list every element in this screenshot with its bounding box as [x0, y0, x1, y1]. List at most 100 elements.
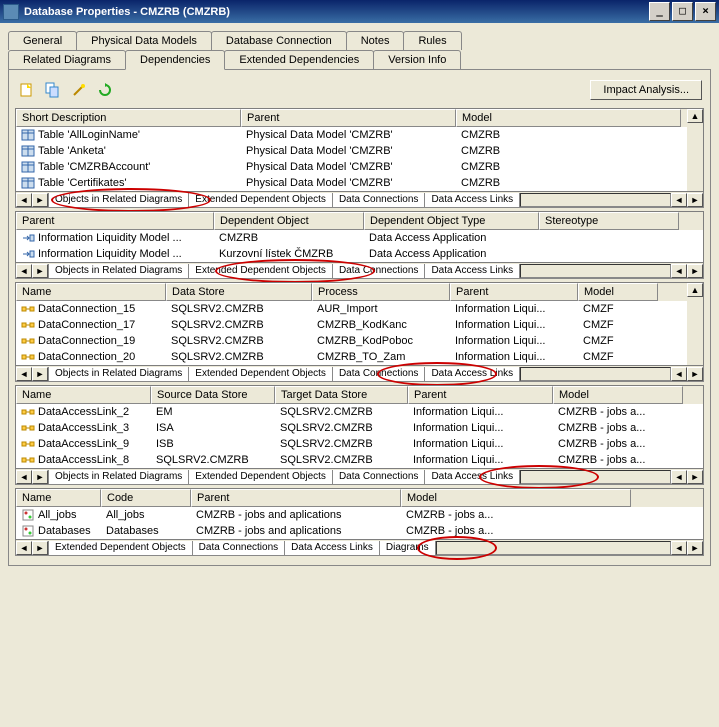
col-parent[interactable]: Parent — [16, 212, 214, 230]
subtab[interactable]: Extended Dependent Objects — [189, 264, 333, 278]
col-short-description[interactable]: Short Description — [16, 109, 241, 127]
subtab[interactable]: Data Connections — [333, 367, 426, 381]
table-row[interactable]: DataConnection_17SQLSRV2.CMZRBCMZRB_KodK… — [16, 317, 687, 333]
subtab[interactable]: Diagrams — [380, 541, 436, 555]
table-row[interactable]: DataAccessLink_8SQLSRV2.CMZRBSQLSRV2.CMZ… — [16, 452, 703, 468]
col-name[interactable]: Name — [16, 489, 101, 507]
tab-version-info[interactable]: Version Info — [373, 50, 461, 69]
col-parent[interactable]: Parent — [241, 109, 456, 127]
col-name[interactable]: Name — [16, 386, 151, 404]
col-model[interactable]: Model — [456, 109, 681, 127]
cell: CMZRB — [456, 143, 681, 159]
wizard-icon[interactable] — [69, 80, 89, 100]
table-row[interactable]: All_jobsAll_jobsCMZRB - jobs and aplicat… — [16, 507, 703, 523]
subtab[interactable]: Data Access Links — [425, 470, 520, 484]
horizontal-scrollbar[interactable] — [520, 470, 671, 484]
col-model[interactable]: Model — [401, 489, 631, 507]
refresh-icon[interactable] — [95, 80, 115, 100]
col-dependent-object[interactable]: Dependent Object — [214, 212, 364, 230]
table-row[interactable]: Table 'Certifikates'Physical Data Model … — [16, 175, 687, 191]
subtab[interactable]: Data Connections — [333, 264, 426, 278]
table-row[interactable]: DataConnection_15SQLSRV2.CMZRBAUR_Import… — [16, 301, 687, 317]
subtab[interactable]: Extended Dependent Objects — [189, 367, 333, 381]
scroll-right[interactable]: ► — [32, 264, 48, 278]
scroll-right[interactable]: ► — [32, 541, 48, 555]
col-target-data-store[interactable]: Target Data Store — [275, 386, 408, 404]
subtab[interactable]: Data Access Links — [285, 541, 380, 555]
scroll-right[interactable]: ► — [32, 367, 48, 381]
subtab[interactable]: Extended Dependent Objects — [189, 193, 333, 207]
tabs-row-2: Related Diagrams Dependencies Extended D… — [8, 50, 711, 69]
subtab[interactable]: Objects in Related Diagrams — [48, 367, 189, 381]
tab-dependencies[interactable]: Dependencies — [125, 50, 225, 70]
col-data-store[interactable]: Data Store — [166, 283, 312, 301]
col-source-data-store[interactable]: Source Data Store — [151, 386, 275, 404]
col-name[interactable]: Name — [16, 283, 166, 301]
scroll-left[interactable]: ◄ — [16, 470, 32, 484]
tab-extended-dependencies[interactable]: Extended Dependencies — [224, 50, 374, 69]
table-row[interactable]: DataConnection_20SQLSRV2.CMZRBCMZRB_TO_Z… — [16, 349, 687, 365]
vertical-scrollbar[interactable]: ▲ — [687, 283, 703, 365]
horizontal-scrollbar[interactable] — [520, 264, 671, 278]
pane-data-access-links: Name Source Data Store Target Data Store… — [15, 385, 704, 485]
subtab[interactable]: Data Access Links — [425, 367, 520, 381]
new-icon[interactable] — [17, 80, 37, 100]
impact-analysis-button[interactable]: Impact Analysis... — [590, 80, 702, 100]
app-icon — [3, 4, 19, 20]
subtab[interactable]: Data Connections — [333, 470, 426, 484]
subtab[interactable]: Objects in Related Diagrams — [48, 264, 189, 278]
subtab[interactable]: Data Access Links — [425, 264, 520, 278]
maximize-button[interactable]: □ — [672, 2, 693, 21]
table-row[interactable]: DataConnection_19SQLSRV2.CMZRBCMZRB_KodP… — [16, 333, 687, 349]
horizontal-scrollbar[interactable] — [520, 367, 671, 381]
table-row[interactable]: Table 'Anketa'Physical Data Model 'CMZRB… — [16, 143, 687, 159]
cell: Information Liqui... — [450, 349, 578, 365]
cell: CMZRB — [456, 159, 681, 175]
table-row[interactable]: Information Liquidity Model ...Kurzovní … — [16, 246, 703, 262]
col-parent[interactable]: Parent — [408, 386, 553, 404]
table-row[interactable]: DataAccessLink_9ISBSQLSRV2.CMZRBInformat… — [16, 436, 703, 452]
scroll-right[interactable]: ► — [32, 470, 48, 484]
table-row[interactable]: DataAccessLink_3ISASQLSRV2.CMZRBInformat… — [16, 420, 703, 436]
horizontal-scrollbar[interactable] — [520, 193, 671, 207]
tab-general[interactable]: General — [8, 31, 77, 50]
scroll-left[interactable]: ◄ — [16, 367, 32, 381]
cell: Databases — [16, 523, 101, 539]
col-stereotype[interactable]: Stereotype — [539, 212, 679, 230]
horizontal-scrollbar[interactable] — [436, 541, 671, 555]
scroll-left[interactable]: ◄ — [16, 193, 32, 207]
table-row[interactable]: Information Liquidity Model ...CMZRBData… — [16, 230, 703, 246]
tab-database-connection[interactable]: Database Connection — [211, 31, 347, 50]
col-model[interactable]: Model — [553, 386, 683, 404]
tab-related-diagrams[interactable]: Related Diagrams — [8, 50, 126, 69]
col-model[interactable]: Model — [578, 283, 658, 301]
scroll-left[interactable]: ◄ — [16, 264, 32, 278]
subtab[interactable]: Data Connections — [333, 193, 426, 207]
subtab[interactable]: Data Connections — [193, 541, 286, 555]
scroll-right[interactable]: ► — [32, 193, 48, 207]
subtab[interactable]: Objects in Related Diagrams — [48, 470, 189, 484]
col-parent[interactable]: Parent — [450, 283, 578, 301]
tab-physical-data-models[interactable]: Physical Data Models — [76, 31, 212, 50]
table-row[interactable]: DatabasesDatabasesCMZRB - jobs and aplic… — [16, 523, 703, 539]
subtab[interactable]: Extended Dependent Objects — [189, 470, 333, 484]
table-row[interactable]: Table 'AllLoginName'Physical Data Model … — [16, 127, 687, 143]
col-code[interactable]: Code — [101, 489, 191, 507]
pane-diagrams: Name Code Parent Model All_jobsAll_jobsC… — [15, 488, 704, 556]
scroll-left[interactable]: ◄ — [16, 541, 32, 555]
copy-icon[interactable] — [43, 80, 63, 100]
subtab[interactable]: Data Access Links — [425, 193, 520, 207]
minimize-button[interactable]: _ — [649, 2, 670, 21]
subtab[interactable]: Objects in Related Diagrams — [48, 193, 189, 207]
table-row[interactable]: DataAccessLink_2EMSQLSRV2.CMZRBInformati… — [16, 404, 703, 420]
col-dependent-object-type[interactable]: Dependent Object Type — [364, 212, 539, 230]
table-row[interactable]: Table 'CMZRBAccount'Physical Data Model … — [16, 159, 687, 175]
tab-rules[interactable]: Rules — [403, 31, 461, 50]
close-button[interactable]: × — [695, 2, 716, 21]
vertical-scrollbar[interactable]: ▲ — [687, 109, 703, 191]
col-process[interactable]: Process — [312, 283, 450, 301]
col-parent[interactable]: Parent — [191, 489, 401, 507]
connection-icon — [21, 318, 35, 332]
subtab[interactable]: Extended Dependent Objects — [48, 541, 193, 555]
tab-notes[interactable]: Notes — [346, 31, 405, 50]
